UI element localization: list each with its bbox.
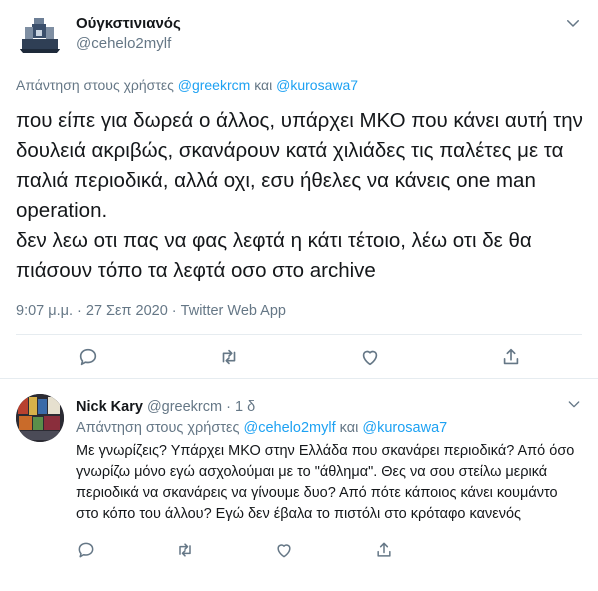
- retweet-icon: [179, 543, 191, 557]
- reply-context: Απάντηση στους χρήστες @cehelo2mylf και …: [76, 419, 447, 437]
- tweet-age[interactable]: 1 δ: [235, 399, 255, 415]
- divider: [16, 334, 582, 335]
- retweet-button[interactable]: [175, 540, 195, 560]
- tweet-actions: [0, 346, 598, 374]
- tweet-text: Με γνωρίζεις? Υπάρχει ΜΚΟ στην Ελλάδα πο…: [76, 443, 575, 522]
- like-button[interactable]: [274, 540, 294, 560]
- avatar-illustration: [16, 12, 64, 60]
- reply-joiner: και: [339, 420, 359, 436]
- heart-icon: [362, 350, 378, 366]
- reply-context: Απάντηση στους χρήστες @greekrcm και @ku…: [16, 76, 358, 94]
- like-button[interactable]: [359, 346, 381, 368]
- reply-joiner: και: [254, 77, 273, 93]
- avatar-photo: [16, 394, 64, 442]
- tweet-text: που είπε για δωρεά ο άλλος, υπάρχει ΜΚΟ …: [16, 109, 583, 282]
- display-name[interactable]: Ούγκστινιανός: [76, 14, 181, 34]
- display-name[interactable]: Nick Kary: [76, 399, 143, 415]
- reply-user-link[interactable]: @kurosawa7: [276, 77, 358, 93]
- tweet-actions: [0, 540, 598, 564]
- avatar[interactable]: [16, 394, 64, 442]
- speech-bubble-icon: [79, 348, 97, 366]
- reply-prefix: Απάντηση στους χρήστες: [16, 77, 174, 93]
- heart-icon: [277, 544, 291, 558]
- reply-button[interactable]: [77, 346, 99, 368]
- main-tweet: Ούγκστινιανός @cehelo2mylf Απάντηση στου…: [0, 0, 598, 379]
- handle[interactable]: @cehelo2mylf: [76, 34, 181, 54]
- reply-prefix: Απάντηση στους χρήστες: [76, 420, 240, 436]
- retweet-icon: [222, 349, 236, 365]
- tweet-timestamp[interactable]: 9:07 μ.μ. · 27 Σεπ 2020 · Twitter Web Ap…: [16, 301, 286, 321]
- share-button[interactable]: [500, 346, 522, 368]
- chevron-down-icon[interactable]: [564, 14, 582, 32]
- retweet-button[interactable]: [218, 346, 240, 368]
- author-block: Ούγκστινιανός @cehelo2mylf: [76, 14, 181, 54]
- chevron-down-icon[interactable]: [566, 396, 582, 412]
- avatar[interactable]: [16, 12, 64, 60]
- share-button[interactable]: [374, 540, 394, 560]
- reply-tweet[interactable]: Nick Kary @greekrcm · 1 δ Απάντηση στους…: [0, 380, 598, 591]
- reply-user-link[interactable]: @cehelo2mylf: [244, 420, 336, 436]
- reply-user-link[interactable]: @greekrcm: [178, 77, 251, 93]
- reply-button[interactable]: [76, 540, 96, 560]
- share-icon: [377, 542, 391, 557]
- speech-bubble-icon: [78, 542, 94, 558]
- reply-user-link[interactable]: @kurosawa7: [362, 420, 447, 436]
- handle[interactable]: @greekrcm: [147, 399, 222, 415]
- reply-author-line: Nick Kary @greekrcm · 1 δ: [76, 398, 255, 416]
- share-icon: [503, 348, 519, 365]
- separator: ·: [226, 399, 231, 415]
